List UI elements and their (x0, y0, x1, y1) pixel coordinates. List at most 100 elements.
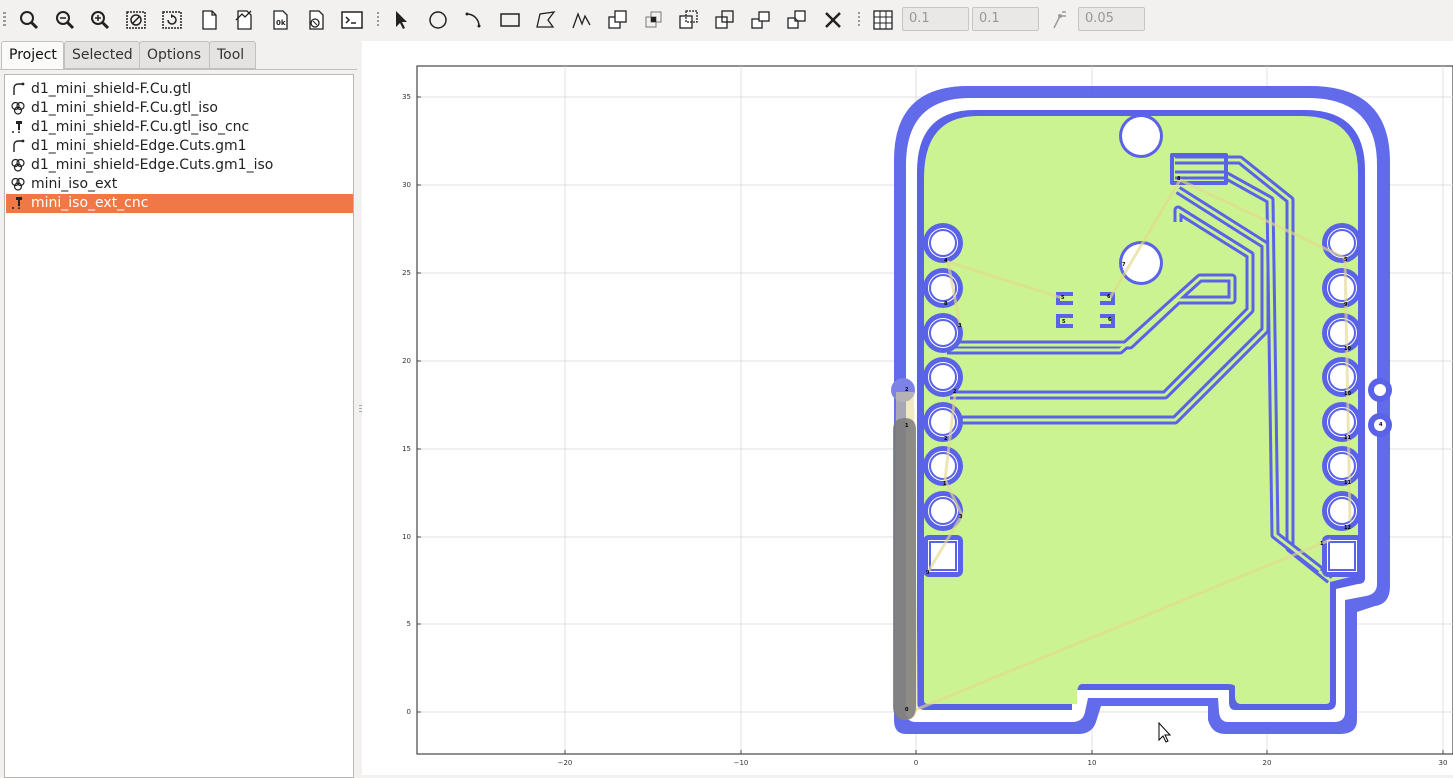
mounting-hole-top (1122, 117, 1160, 155)
grid-y-input[interactable]: 0.1 (972, 7, 1039, 31)
project-item-label: d1_mini_shield-F.Cu.gtl (31, 81, 192, 97)
clear-plot-icon[interactable] (124, 8, 148, 32)
plot-canvas[interactable]: −20 −10 0 10 20 30 35 30 25 20 15 10 5 0 (362, 41, 1453, 775)
project-item[interactable]: d1_mini_shield-Edge.Cuts.gm1_iso (6, 156, 353, 175)
y-tick-label: 30 (402, 181, 411, 189)
tab-selected[interactable]: Selected (64, 41, 140, 69)
grid-x-input[interactable]: 0.1 (902, 7, 969, 31)
svg-text:6: 6 (1108, 317, 1112, 323)
svg-text:8: 8 (944, 301, 948, 307)
svg-text:1: 1 (943, 481, 947, 487)
project-item[interactable]: d1_mini_shield-F.Cu.gtl (6, 80, 353, 99)
replot-icon[interactable] (160, 8, 184, 32)
geometry-icon (11, 177, 25, 191)
zoom-out-icon[interactable] (53, 8, 77, 32)
arc-icon[interactable] (462, 8, 486, 32)
mounting-hole-center (1122, 244, 1160, 282)
svg-text:4: 4 (944, 258, 948, 264)
y-tick-label: 20 (402, 357, 411, 365)
project-item[interactable]: d1_mini_shield-F.Cu.gtl_iso (6, 99, 353, 118)
toolbar-grip[interactable] (3, 12, 6, 28)
svg-text:12: 12 (1344, 525, 1351, 531)
project-tree[interactable]: d1_mini_shield-F.Cu.gtl d1_mini_shield-F… (4, 74, 354, 778)
project-panel: d1_mini_shield-F.Cu.gtl d1_mini_shield-F… (0, 69, 357, 778)
y-tick-label: 0 (407, 708, 411, 716)
svg-text:3: 3 (959, 514, 963, 520)
svg-text:10: 10 (1344, 391, 1351, 397)
project-item[interactable]: d1_mini_shield-Edge.Cuts.gm1 (6, 137, 353, 156)
move-icon[interactable] (785, 8, 809, 32)
polygon-icon[interactable] (534, 8, 558, 32)
x-tick-label: −20 (558, 759, 573, 767)
select-icon[interactable] (390, 8, 414, 32)
project-item-label: d1_mini_shield-Edge.Cuts.gm1 (31, 138, 247, 154)
svg-text:2: 2 (953, 389, 957, 395)
geometry-icon (11, 158, 25, 172)
svg-text:9: 9 (926, 570, 930, 576)
path-icon[interactable] (570, 8, 594, 32)
svg-text:0: 0 (905, 707, 909, 713)
selected-cut-path (893, 418, 916, 720)
svg-text:4: 4 (1379, 422, 1383, 428)
x-tick-label: 30 (1439, 759, 1448, 767)
project-item[interactable]: mini_iso_ext (6, 175, 353, 194)
new-path-icon[interactable] (232, 8, 256, 32)
circle-icon[interactable] (426, 8, 450, 32)
tab-tool[interactable]: Tool (209, 41, 256, 69)
svg-text:0k: 0k (276, 19, 286, 27)
subtraction-icon[interactable] (677, 8, 701, 32)
new-bitmap-icon[interactable] (304, 8, 328, 32)
geometry-icon (11, 101, 25, 115)
x-tick-label: 0 (914, 759, 918, 767)
svg-text:6: 6 (1107, 294, 1111, 300)
project-item-label: d1_mini_shield-F.Cu.gtl_iso (31, 100, 218, 116)
x-tick-label: 20 (1263, 759, 1272, 767)
svg-text:5: 5 (1062, 319, 1066, 325)
plot-figure[interactable]: −20 −10 0 10 20 30 35 30 25 20 15 10 5 0 (362, 41, 1453, 775)
y-tick-label: 35 (402, 93, 411, 101)
tab-project[interactable]: Project (1, 41, 64, 71)
svg-text:1: 1 (905, 423, 909, 429)
new-geometry-icon[interactable] (197, 8, 221, 32)
snap-max-input[interactable]: 0.05 (1078, 7, 1145, 31)
cnc-job-icon (11, 120, 25, 134)
copy-icon[interactable] (749, 8, 773, 32)
svg-text:5: 5 (1344, 257, 1348, 263)
svg-text:1: 1 (1320, 541, 1324, 547)
project-item[interactable]: d1_mini_shield-F.Cu.gtl_iso_cnc (6, 118, 353, 137)
tab-options[interactable]: Options (139, 41, 210, 69)
gerber-icon (11, 139, 25, 153)
project-item-label: mini_iso_ext (31, 176, 118, 192)
svg-text:8: 8 (1177, 176, 1181, 182)
grid-icon[interactable] (871, 8, 895, 32)
y-tick-label: 15 (402, 445, 411, 453)
rectangle-icon[interactable] (498, 8, 522, 32)
svg-text:2: 2 (944, 436, 948, 442)
zoom-fit-icon[interactable] (17, 8, 41, 32)
main-toolbar: 0k 0.1 0.1 0.05 (0, 0, 1453, 40)
project-item-label: d1_mini_shield-F.Cu.gtl_iso_cnc (31, 119, 250, 135)
svg-text:11: 11 (1344, 435, 1351, 441)
svg-text:3: 3 (958, 323, 962, 329)
svg-text:2: 2 (905, 387, 909, 393)
svg-text:5: 5 (1061, 295, 1065, 301)
intersection-icon[interactable] (642, 8, 666, 32)
project-item-selected[interactable]: mini_iso_ext_cnc (6, 194, 353, 213)
shell-icon[interactable] (340, 8, 364, 32)
svg-text:7: 7 (1122, 262, 1126, 268)
new-text-icon[interactable]: 0k (268, 8, 292, 32)
toolbar-separator (377, 12, 379, 28)
union-icon[interactable] (606, 8, 630, 32)
cut-path-icon[interactable] (713, 8, 737, 32)
zoom-in-icon[interactable] (88, 8, 112, 32)
project-item-label: d1_mini_shield-Edge.Cuts.gm1_iso (31, 157, 274, 173)
snap-corner-icon[interactable] (1048, 8, 1072, 32)
y-tick-label: 25 (402, 269, 411, 277)
svg-text:11: 11 (1344, 480, 1351, 486)
toolbar-separator (858, 12, 860, 28)
delete-icon[interactable] (821, 8, 845, 32)
svg-text:10: 10 (1344, 346, 1351, 352)
x-tick-label: −10 (734, 759, 749, 767)
project-item-label: mini_iso_ext_cnc (31, 195, 149, 211)
x-tick-label: 10 (1088, 759, 1097, 767)
